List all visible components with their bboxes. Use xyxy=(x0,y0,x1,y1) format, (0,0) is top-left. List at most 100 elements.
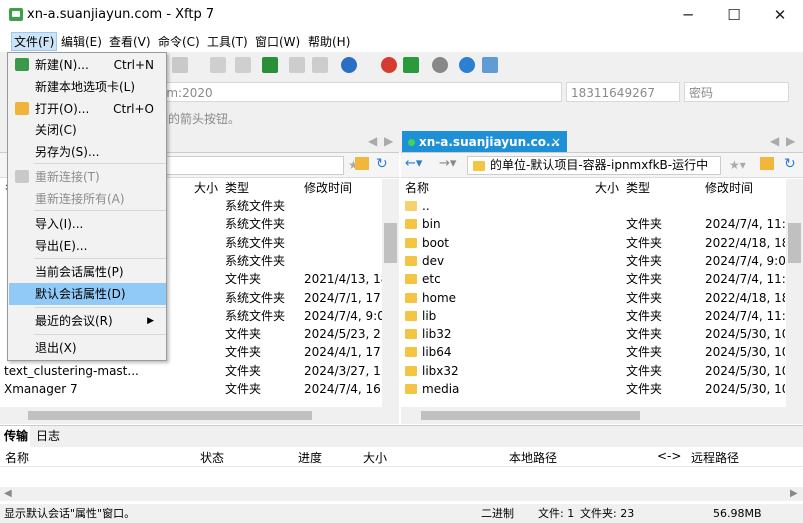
file-modified: 2021/4/13, 18 xyxy=(304,272,384,287)
file-menu-item[interactable]: 另存为(S)... xyxy=(9,141,166,163)
remote-file-pane: ←▾ →▾ 的单位-默认项目-容器-ipnmxfkB-运行中 ★▾ ↻ 名称 大… xyxy=(401,152,803,424)
file-name: text_clustering-mast... xyxy=(4,363,139,378)
file-menu-item[interactable]: 最近的会议(R) ▶ xyxy=(9,310,166,332)
scroll-right-icon[interactable]: ▶ xyxy=(790,488,798,499)
file-menu-item[interactable]: 退出(X) xyxy=(9,337,166,359)
copy-icon[interactable] xyxy=(289,57,305,73)
col-direction[interactable]: <-> xyxy=(657,449,681,463)
list-item[interactable]: text_clustering-mast... xyxy=(4,362,139,380)
folder-up-icon[interactable] xyxy=(760,157,774,170)
list-item[interactable]: lib64 xyxy=(405,343,452,361)
menu-tools[interactable]: 工具(T) xyxy=(205,33,250,51)
file-menu-item[interactable]: 新建(N)... Ctrl+N xyxy=(9,54,166,76)
col-size[interactable]: 大小 xyxy=(595,179,619,197)
col-name[interactable]: 名称 xyxy=(405,179,429,197)
list-item[interactable]: lib32 xyxy=(405,325,452,343)
tab-scroll-left-icon[interactable]: ◀ xyxy=(770,134,779,148)
tab-transfer[interactable]: 传输 xyxy=(0,426,30,447)
status-hint: 显示默认会话"属性"窗口。 xyxy=(4,507,136,520)
transfer-icon[interactable] xyxy=(172,57,188,73)
scroll-left-icon[interactable]: ◀ xyxy=(4,488,12,499)
list-item[interactable]: libx32 xyxy=(405,362,459,380)
col-local-path[interactable]: 本地路径 xyxy=(509,449,557,466)
horizontal-scrollbar[interactable]: ◀ ▶ xyxy=(0,487,803,501)
col-type[interactable]: 类型 xyxy=(626,179,650,197)
file-menu-shortcut: Ctrl+N xyxy=(113,58,154,72)
chat-icon[interactable] xyxy=(482,57,498,73)
minimize-button[interactable]: ─ xyxy=(665,0,711,31)
file-menu-item[interactable]: 重新连接所有(A) xyxy=(9,188,166,210)
tab-scroll-left-icon[interactable]: ◀ xyxy=(368,134,377,148)
star-icon[interactable]: ★▾ xyxy=(729,158,746,172)
tab-log[interactable]: 日志 xyxy=(36,426,60,446)
menu-view[interactable]: 查看(V) xyxy=(107,33,153,51)
menu-file[interactable]: 文件(F) xyxy=(11,32,58,51)
list-item[interactable]: Xmanager 7 xyxy=(4,380,78,398)
menu-help[interactable]: 帮助(H) xyxy=(306,33,352,51)
file-menu-dropdown: 新建(N)... Ctrl+N 新建本地选项卡(L) 打开(O)... Ctrl+O 关闭… xyxy=(7,52,167,361)
file-menu-item[interactable]: 重新连接(T) xyxy=(9,166,166,188)
horizontal-scrollbar[interactable] xyxy=(0,407,399,424)
document-icon[interactable] xyxy=(210,57,226,73)
file-menu-item[interactable]: 导出(E)... xyxy=(9,235,166,257)
back-icon[interactable]: ←▾ xyxy=(405,156,422,171)
gear-icon[interactable] xyxy=(432,57,448,73)
xshell-icon[interactable] xyxy=(381,57,397,73)
file-modified: 2024/5/23, 2 xyxy=(304,327,381,342)
col-modified[interactable]: 修改时间 xyxy=(304,179,352,197)
tab-scroll-right-icon[interactable]: ▶ xyxy=(384,134,393,148)
globe-icon[interactable] xyxy=(341,57,357,73)
folder-up-icon[interactable] xyxy=(355,157,369,170)
tab-scroll-right-icon[interactable]: ▶ xyxy=(786,134,795,148)
host-input[interactable]: om:2020 xyxy=(154,82,562,102)
remote-path-select[interactable]: 的单位-默认项目-容器-ipnmxfkB-运行中 xyxy=(467,156,721,175)
file-name: lib64 xyxy=(422,345,452,360)
menu-command[interactable]: 命令(C) xyxy=(156,33,202,51)
password-input[interactable]: 密码 xyxy=(684,82,789,102)
col-modified[interactable]: 修改时间 xyxy=(705,179,753,197)
col-name[interactable]: 名称 xyxy=(5,449,29,466)
username-input[interactable]: 18311649267 xyxy=(566,82,680,102)
folder-icon xyxy=(405,292,417,303)
file-menu-item[interactable]: 导入(I)... xyxy=(9,213,166,235)
list-item[interactable]: lib xyxy=(405,307,436,325)
vertical-scrollbar[interactable] xyxy=(382,179,399,407)
menu-edit[interactable]: 编辑(E) xyxy=(59,33,104,51)
xftp-icon[interactable] xyxy=(403,57,419,73)
close-button[interactable]: ✕ xyxy=(757,0,803,31)
list-item[interactable]: boot xyxy=(405,234,449,252)
local-path-input[interactable] xyxy=(166,156,344,175)
file-name: bin xyxy=(422,217,441,232)
file-modified: 2024/7/4, 11:5 xyxy=(705,308,785,323)
file-menu-item[interactable]: 新建本地选项卡(L) xyxy=(9,76,166,98)
list-item[interactable]: dev xyxy=(405,252,444,270)
forward-icon[interactable]: →▾ xyxy=(439,156,456,171)
vertical-scrollbar[interactable] xyxy=(786,179,803,407)
file-menu-item[interactable]: 当前会话属性(P) xyxy=(9,261,166,283)
list-item[interactable]: etc xyxy=(405,270,441,288)
col-status[interactable]: 状态 xyxy=(200,449,224,466)
maximize-button[interactable]: ☐ xyxy=(711,0,757,31)
refresh-icon[interactable]: ↻ xyxy=(784,156,796,172)
list-item[interactable]: bin xyxy=(405,215,441,233)
file-menu-item[interactable]: 关闭(C) xyxy=(9,119,166,141)
list-item[interactable]: .. xyxy=(405,197,430,215)
list-item[interactable]: media xyxy=(405,380,459,398)
horizontal-scrollbar[interactable] xyxy=(401,407,803,424)
col-type[interactable]: 类型 xyxy=(225,179,249,197)
col-remote-path[interactable]: 远程路径 xyxy=(691,449,739,466)
sync-arrows-icon[interactable] xyxy=(262,57,278,73)
help-icon[interactable] xyxy=(459,57,475,73)
list-item[interactable]: home xyxy=(405,289,456,307)
col-progress[interactable]: 进度 xyxy=(298,449,322,466)
menu-window[interactable]: 窗口(W) xyxy=(253,33,302,51)
file-menu-item[interactable]: 默认会话属性(D) xyxy=(9,283,166,305)
col-size[interactable]: 大小 xyxy=(363,449,387,466)
document-icon[interactable] xyxy=(235,57,251,73)
col-size[interactable]: 大小 xyxy=(194,179,218,197)
tab-close-icon[interactable]: × xyxy=(551,131,561,153)
refresh-icon[interactable]: ↻ xyxy=(376,156,388,172)
file-menu-item[interactable]: 打开(O)... Ctrl+O xyxy=(9,98,166,120)
copy-icon[interactable] xyxy=(312,57,328,73)
tab-session[interactable]: xn-a.suanjiayun.co... × xyxy=(402,131,567,153)
